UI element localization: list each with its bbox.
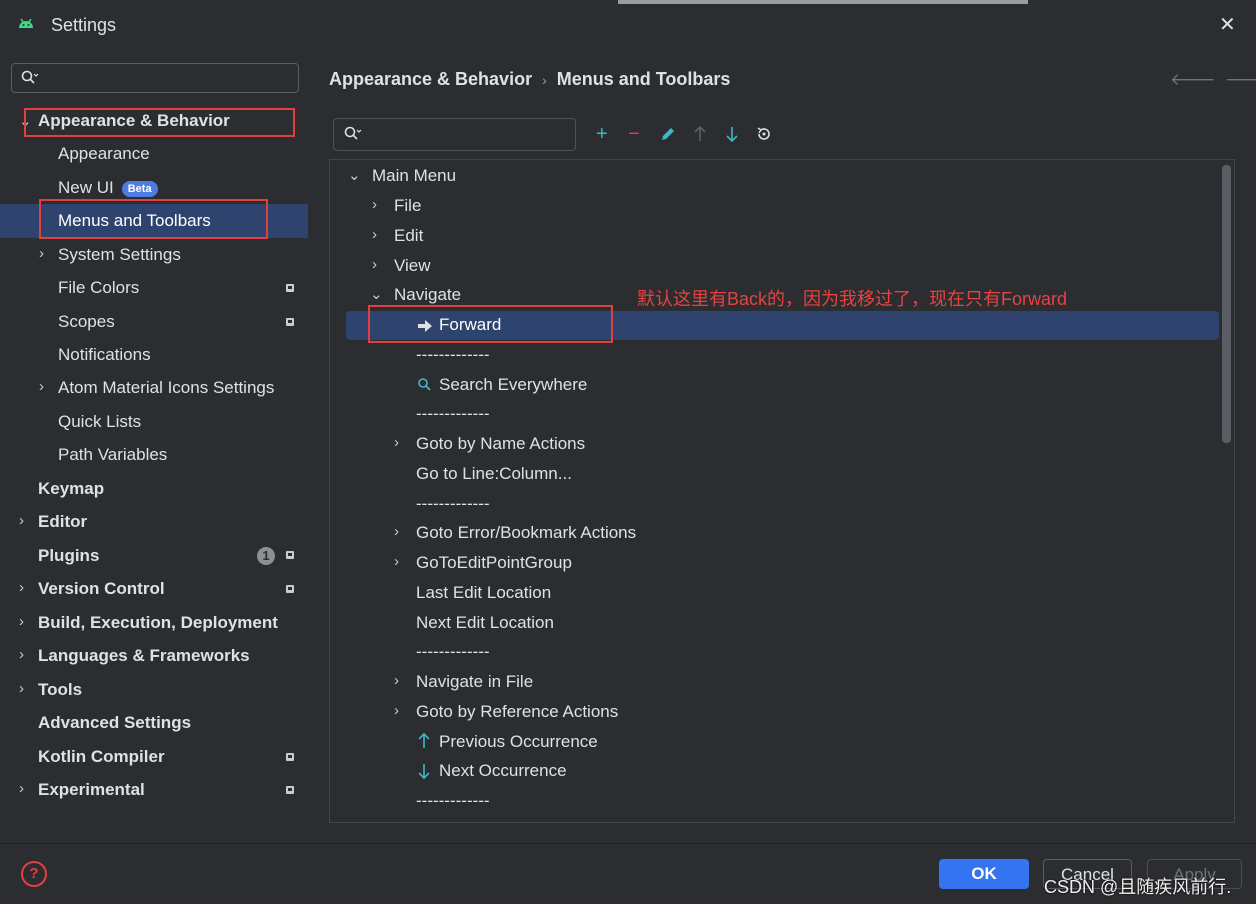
add-icon[interactable]: + (596, 122, 608, 146)
project-level-icon (286, 284, 294, 292)
tree-node-goto-by-reference[interactable]: Goto by Reference Actions (416, 696, 618, 728)
title-bar (0, 0, 1256, 50)
plugins-update-count: 1 (257, 547, 275, 565)
sidebar-item-version-control[interactable]: Version Control (38, 573, 165, 605)
tree-node-navigate-in-file[interactable]: Navigate in File (416, 666, 533, 698)
restore-icon[interactable] (755, 125, 773, 143)
android-studio-icon (19, 18, 33, 28)
chevron-right-icon[interactable]: › (19, 780, 24, 797)
chevron-right-icon[interactable]: › (19, 579, 24, 596)
sidebar-item-editor[interactable]: Editor (38, 506, 87, 538)
sidebar-item-build-execution-deployment[interactable]: Build, Execution, Deployment (38, 607, 278, 639)
sidebar-item-system-settings[interactable]: System Settings (58, 239, 181, 271)
tree-separator[interactable]: ------------- (416, 636, 490, 668)
history-nav: 🡐 🡒 (1170, 70, 1256, 90)
chevron-right-icon[interactable]: › (372, 196, 377, 213)
highlight-box (39, 199, 268, 239)
annotation-note: 默认这里有Back的，因为我移过了，现在只有Forward (637, 289, 1068, 309)
tree-node-next-occurrence[interactable]: Next Occurrence (439, 755, 567, 787)
sidebar-item-languages-frameworks[interactable]: Languages & Frameworks (38, 640, 250, 672)
tree-node-last-edit-location[interactable]: Last Edit Location (416, 577, 551, 609)
search-icon (21, 70, 39, 84)
chevron-down-icon[interactable]: ⌄ (348, 166, 361, 184)
watermark: CSDN @且随疾风前行. (1044, 877, 1232, 897)
window-edge-strip (618, 0, 1028, 4)
chevron-right-icon[interactable]: › (394, 672, 399, 689)
chevron-right-icon[interactable]: › (39, 378, 44, 395)
sidebar-item-notifications[interactable]: Notifications (58, 339, 151, 371)
project-level-icon (286, 786, 294, 794)
sidebar-item-experimental[interactable]: Experimental (38, 774, 145, 806)
tree-node-view[interactable]: View (394, 250, 431, 282)
project-level-icon (286, 318, 294, 326)
sidebar-item-appearance[interactable]: Appearance (58, 138, 150, 170)
project-level-icon (286, 585, 294, 593)
arrow-down-icon (418, 764, 430, 779)
sidebar-item-kotlin-compiler[interactable]: Kotlin Compiler (38, 741, 165, 773)
sidebar-item-scopes[interactable]: Scopes (58, 306, 115, 338)
move-up-icon[interactable] (692, 125, 708, 143)
tree-node-search-everywhere[interactable]: Search Everywhere (439, 369, 587, 401)
chevron-right-icon[interactable]: › (372, 256, 377, 273)
edit-icon[interactable] (660, 126, 676, 142)
arrow-up-icon (418, 733, 430, 748)
sidebar-item-plugins[interactable]: Plugins (38, 540, 99, 572)
remove-icon[interactable]: − (628, 122, 640, 146)
chevron-right-icon[interactable]: › (19, 512, 24, 529)
tree-separator[interactable]: ------------- (416, 488, 490, 520)
back-arrow-icon[interactable]: 🡐 (1170, 70, 1216, 89)
window-title: Settings (51, 15, 117, 35)
chevron-right-icon[interactable]: › (39, 245, 44, 262)
help-icon[interactable]: ? (21, 861, 47, 887)
move-down-icon[interactable] (724, 125, 740, 143)
breadcrumb-parent[interactable]: Appearance & Behavior (329, 69, 532, 89)
forward-arrow-icon[interactable]: 🡒 (1225, 70, 1256, 89)
chevron-right-icon[interactable]: › (19, 613, 24, 630)
tree-scrollbar[interactable] (1222, 165, 1231, 443)
tree-node-next-edit-location[interactable]: Next Edit Location (416, 607, 554, 639)
chevron-right-icon[interactable]: › (19, 680, 24, 697)
sidebar-item-keymap[interactable]: Keymap (38, 473, 104, 505)
actions-search-input[interactable] (333, 118, 576, 151)
tree-node-file[interactable]: File (394, 190, 421, 222)
tree-node-goto-error-bookmark[interactable]: Goto Error/Bookmark Actions (416, 517, 636, 549)
chevron-right-icon[interactable]: › (394, 523, 399, 540)
sidebar-item-tools[interactable]: Tools (38, 674, 82, 706)
search-icon (344, 126, 362, 140)
project-level-icon (286, 551, 294, 559)
sidebar-item-atom-material-icons[interactable]: Atom Material Icons Settings (58, 372, 274, 404)
tree-separator[interactable]: ------------- (416, 339, 490, 371)
tree-node-main-menu[interactable]: Main Menu (372, 160, 456, 192)
close-icon[interactable]: ✕ (1219, 12, 1236, 37)
sidebar-item-file-colors[interactable]: File Colors (58, 272, 139, 304)
breadcrumb-current: Menus and Toolbars (556, 69, 731, 89)
tree-separator[interactable]: ------------- (416, 785, 490, 817)
tree-node-goto-edit-point-group[interactable]: GoToEditPointGroup (416, 547, 572, 579)
chevron-right-icon[interactable]: › (19, 646, 24, 663)
tree-separator[interactable]: ------------- (416, 398, 490, 430)
chevron-right-icon[interactable]: › (394, 553, 399, 570)
tree-node-go-to-line[interactable]: Go to Line:Column... (416, 458, 572, 490)
chevron-right-icon[interactable]: › (394, 434, 399, 451)
sidebar-item-path-variables[interactable]: Path Variables (58, 439, 167, 471)
highlight-box (368, 305, 613, 343)
tree-node-edit[interactable]: Edit (394, 220, 423, 252)
sidebar-item-quick-lists[interactable]: Quick Lists (58, 406, 141, 438)
tree-node-goto-by-name[interactable]: Goto by Name Actions (416, 428, 585, 460)
tree-node-previous-occurrence[interactable]: Previous Occurrence (439, 726, 598, 758)
settings-search-input[interactable] (11, 63, 299, 93)
breadcrumb-separator-icon: › (542, 72, 547, 88)
ok-button[interactable]: OK (939, 859, 1029, 889)
project-level-icon (286, 753, 294, 761)
sidebar-item-advanced-settings[interactable]: Advanced Settings (38, 707, 191, 739)
beta-badge: Beta (121, 180, 158, 197)
chevron-down-icon[interactable]: ⌄ (370, 285, 383, 303)
highlight-box (24, 108, 295, 137)
chevron-right-icon[interactable]: › (372, 226, 377, 243)
chevron-right-icon[interactable]: › (394, 702, 399, 719)
search-icon (418, 378, 431, 391)
breadcrumb: Appearance & Behavior › Menus and Toolbars (329, 69, 730, 90)
sidebar-item-label: New UI (58, 178, 114, 197)
